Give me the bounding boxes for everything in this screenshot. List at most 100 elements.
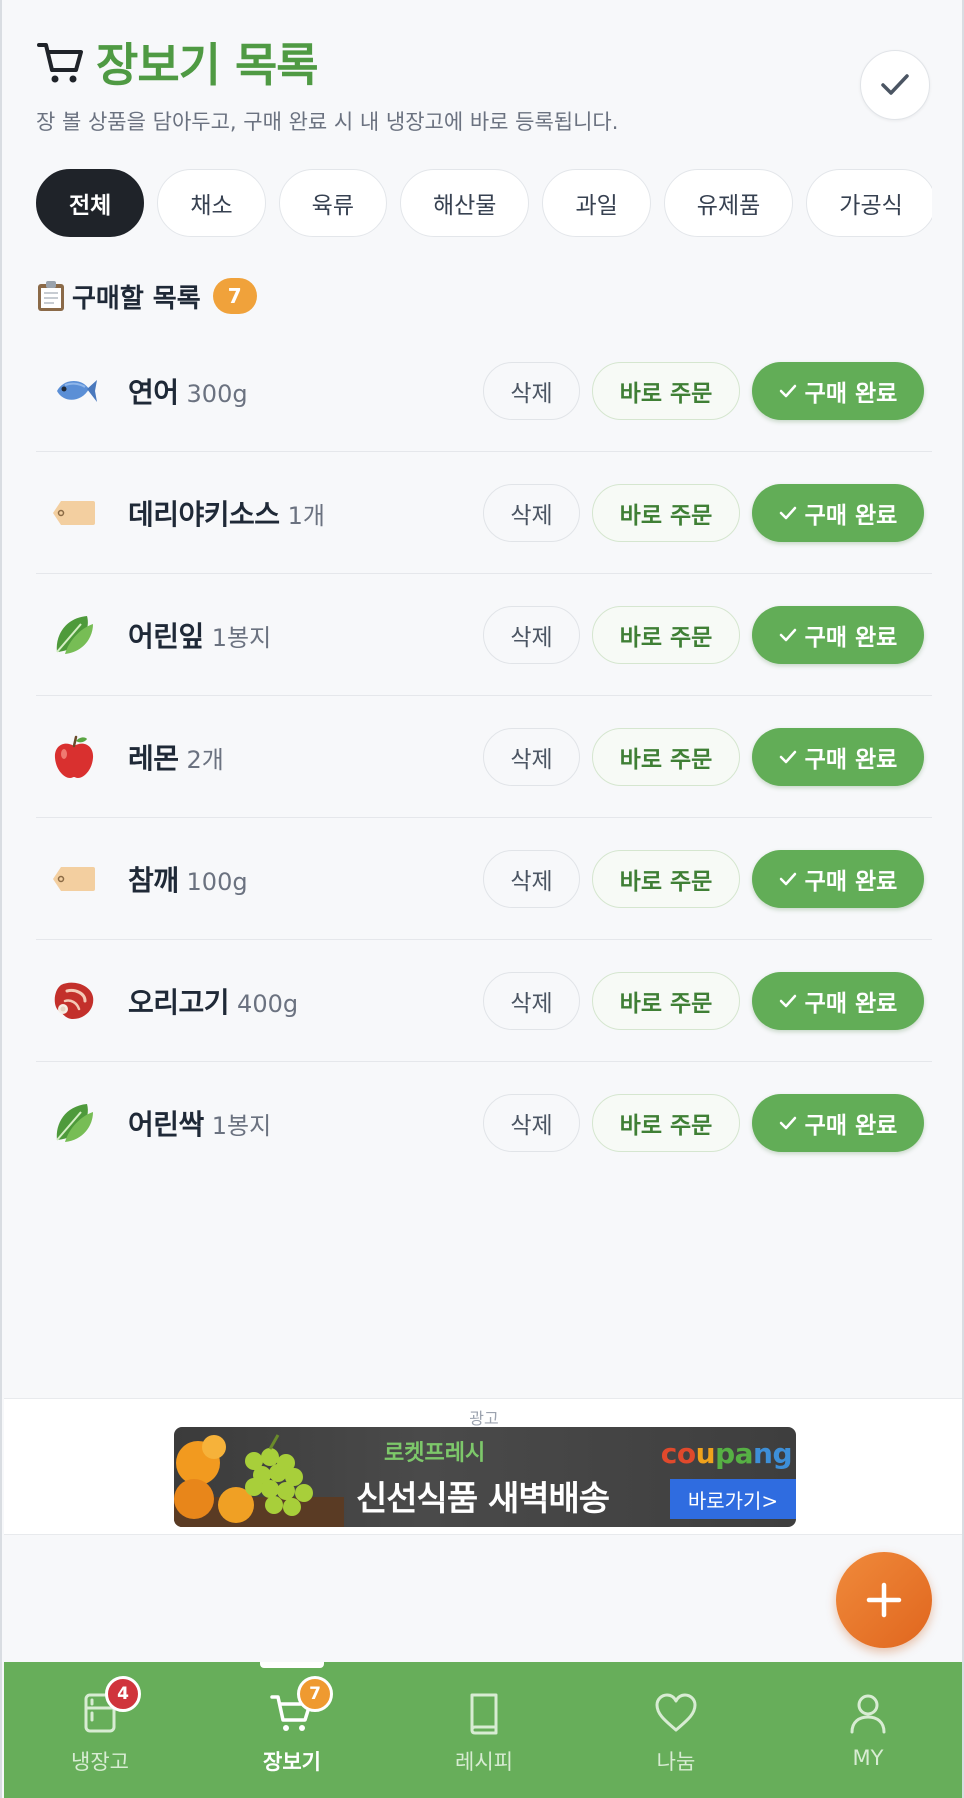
order-now-button[interactable]: 바로 주문 xyxy=(592,361,740,420)
item-quantity: 300g xyxy=(186,379,248,408)
leafy-greens-icon xyxy=(50,1099,98,1147)
item-name: 어린잎 xyxy=(128,619,204,653)
title-row: 장보기 목록 xyxy=(36,34,936,92)
delete-button[interactable]: 삭제 xyxy=(483,849,580,908)
nav-label: MY xyxy=(852,1746,884,1770)
section-title: 구매할 목록 xyxy=(72,283,201,314)
item-quantity: 1개 xyxy=(287,501,325,530)
nav-item-fridge[interactable]: 4 냉장고 xyxy=(4,1662,196,1798)
add-item-button[interactable] xyxy=(836,1552,932,1648)
active-indicator xyxy=(260,1662,324,1668)
item-quantity: 400g xyxy=(237,989,299,1018)
purchase-complete-label: 구매 완료 xyxy=(804,868,898,895)
list-item: 연어 300g 삭제 바로 주문 구매 완료 xyxy=(36,330,932,452)
meat-icon xyxy=(50,977,98,1025)
item-quantity: 1봉지 xyxy=(211,1112,272,1140)
user-icon xyxy=(850,1694,886,1734)
category-chip-fruit[interactable]: 과일 xyxy=(542,169,651,237)
item-name: 연어 xyxy=(128,375,179,409)
category-chip-vegetables[interactable]: 채소 xyxy=(157,169,266,237)
book-icon xyxy=(470,1693,498,1735)
checkmark-icon xyxy=(779,1116,796,1130)
list-item: 데리야키소스 1개 삭제 바로 주문 구매 완료 xyxy=(36,452,932,574)
delete-button[interactable]: 삭제 xyxy=(483,727,580,786)
shopping-list: 연어 300g 삭제 바로 주문 구매 완료 데리야키소스 1개 삭제 바로 주… xyxy=(36,330,932,1184)
fish-icon xyxy=(50,367,98,415)
ad-cta-button[interactable]: 바로가기> xyxy=(670,1479,796,1519)
nav-label: 나눔 xyxy=(656,1750,696,1774)
item-name: 참깨 xyxy=(128,863,179,897)
delete-button[interactable]: 삭제 xyxy=(483,361,580,420)
purchase-complete-label: 구매 완료 xyxy=(804,1113,898,1139)
order-now-button[interactable]: 바로 주문 xyxy=(592,971,740,1030)
order-now-button[interactable]: 바로 주문 xyxy=(592,1094,740,1152)
order-now-button[interactable]: 바로 주문 xyxy=(592,849,740,908)
category-chip-seafood[interactable]: 해산물 xyxy=(399,169,530,237)
tag-icon xyxy=(50,489,98,537)
ad-label: 광고 xyxy=(469,1409,499,1428)
delete-button[interactable]: 삭제 xyxy=(483,483,580,542)
list-item: 어린싹 1봉지 삭제 바로 주문 구매 완료 xyxy=(36,1062,932,1184)
plus-icon xyxy=(866,1582,902,1618)
item-name: 레몬 xyxy=(128,741,179,775)
ad-headline: 신선식품 새벽배송 xyxy=(356,1479,610,1519)
item-name: 오리고기 xyxy=(128,985,230,1019)
purchase-complete-button[interactable]: 구매 완료 xyxy=(752,483,924,542)
category-filter-bar[interactable]: 전체 채소 육류 해산물 과일 유제품 가공식 xyxy=(36,169,932,237)
ad-tag: 로켓프레시 xyxy=(384,1441,486,1466)
checkmark-icon xyxy=(779,994,796,1007)
purchase-complete-label: 구매 완료 xyxy=(804,624,898,651)
checkmark-icon xyxy=(881,74,909,95)
checkmark-icon xyxy=(779,872,796,885)
delete-button[interactable]: 삭제 xyxy=(483,971,580,1030)
purchase-complete-label: 구매 완료 xyxy=(804,502,898,529)
category-chip-dairy[interactable]: 유제품 xyxy=(663,169,794,237)
purchase-complete-button[interactable]: 구매 완료 xyxy=(752,849,924,908)
leafy-greens-icon xyxy=(50,611,98,659)
purchase-complete-button[interactable]: 구매 완료 xyxy=(752,361,924,420)
ad-banner[interactable]: 로켓프레시 신선식품 새벽배송 coupang 바로가기> xyxy=(174,1427,796,1527)
purchase-complete-button[interactable]: 구매 완료 xyxy=(752,971,924,1030)
page-header: 장보기 목록 장 볼 상품을 담아두고, 구매 완료 시 내 냉장고에 바로 등… xyxy=(36,34,936,136)
list-item: 레몬 2개 삭제 바로 주문 구매 완료 xyxy=(36,696,932,818)
checkmark-icon xyxy=(779,750,796,763)
coupang-logo: coupang xyxy=(660,1437,793,1470)
delete-button[interactable]: 삭제 xyxy=(483,1094,580,1152)
category-chip-all[interactable]: 전체 xyxy=(36,169,145,237)
checkmark-icon xyxy=(779,506,796,519)
purchase-complete-label: 구매 완료 xyxy=(804,380,898,407)
tag-icon xyxy=(50,855,98,903)
list-item: 참깨 100g 삭제 바로 주문 구매 완료 xyxy=(36,818,932,940)
nav-item-share[interactable]: 나눔 xyxy=(580,1662,772,1798)
order-now-button[interactable]: 바로 주문 xyxy=(592,605,740,664)
list-item: 오리고기 400g 삭제 바로 주문 구매 완료 xyxy=(36,940,932,1062)
checkmark-icon xyxy=(779,384,796,397)
category-chip-meat[interactable]: 육류 xyxy=(278,169,387,237)
complete-all-button[interactable] xyxy=(860,50,930,120)
order-now-button[interactable]: 바로 주문 xyxy=(592,727,740,786)
order-now-button[interactable]: 바로 주문 xyxy=(592,483,740,542)
page-title: 장보기 목록 xyxy=(96,38,319,92)
purchase-complete-label: 구매 완료 xyxy=(804,990,898,1017)
apple-icon xyxy=(50,733,98,781)
ad-section: 광고 로켓프레시 신선식품 새벽배송 coupang 바로가기> xyxy=(4,1398,962,1535)
nav-item-my[interactable]: MY xyxy=(772,1662,962,1798)
item-name: 데리야키소스 xyxy=(128,497,280,531)
nav-label: 레시피 xyxy=(455,1750,513,1774)
nav-item-recipe[interactable]: 레시피 xyxy=(388,1662,580,1798)
nav-label: 냉장고 xyxy=(71,1750,129,1774)
item-quantity: 1봉지 xyxy=(211,623,272,652)
purchase-complete-button[interactable]: 구매 완료 xyxy=(752,727,924,786)
clipboard-icon xyxy=(38,281,64,311)
category-chip-processed[interactable]: 가공식 xyxy=(806,169,932,237)
nav-item-shopping[interactable]: 7 장보기 xyxy=(196,1662,388,1798)
heart-icon xyxy=(655,1693,697,1732)
purchase-complete-button[interactable]: 구매 완료 xyxy=(752,605,924,664)
page-subtitle: 장 볼 상품을 담아두고, 구매 완료 시 내 냉장고에 바로 등록됩니다. xyxy=(36,110,619,134)
delete-button[interactable]: 삭제 xyxy=(483,605,580,664)
cart-icon xyxy=(37,43,83,83)
purchase-complete-label: 구매 완료 xyxy=(804,746,898,773)
item-quantity: 2개 xyxy=(186,745,224,774)
item-name: 어린싹 xyxy=(128,1108,204,1141)
purchase-complete-button[interactable]: 구매 완료 xyxy=(752,1094,924,1152)
